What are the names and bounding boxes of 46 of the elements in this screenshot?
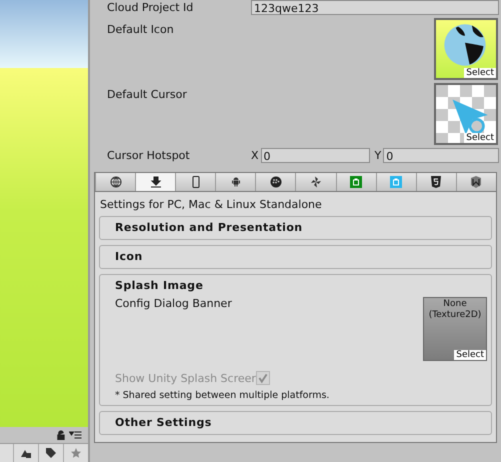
platform-tab[interactable] (175, 173, 216, 191)
toggle-label: Show Unity Splash Screer (115, 372, 256, 384)
pinwheel-icon (310, 176, 322, 188)
section-header[interactable]: Icon (100, 246, 158, 268)
cursor-thumbnail[interactable]: Select (434, 83, 498, 145)
x-field[interactable]: 0 (260, 148, 370, 163)
shield-icon (470, 176, 482, 188)
texture-text: (Texture2D) (428, 310, 482, 321)
android-icon (230, 176, 242, 188)
field-label: Config Dialog Banner (115, 297, 232, 312)
x-label: X (251, 149, 259, 162)
section-header[interactable]: Splash Image (100, 275, 218, 297)
select-button[interactable]: Select (454, 350, 486, 360)
select-button[interactable]: Select (464, 68, 496, 78)
field-label: Default Cursor (107, 88, 188, 103)
section-header[interactable]: Resolution and Presentation (100, 217, 318, 239)
download-icon (150, 176, 162, 188)
field-label: Cloud Project Id (107, 1, 194, 14)
field-label: Cursor Hotspot (107, 149, 191, 162)
phone-icon (190, 176, 202, 188)
store-icon (350, 176, 362, 188)
field-label: Default Icon (107, 23, 175, 38)
settings-title: Settings for PC, Mac & Linux Standalone (99, 197, 323, 213)
menu-icon[interactable] (69, 431, 82, 439)
platform-tab[interactable] (456, 173, 496, 191)
y-label: Y (374, 149, 382, 162)
globe-icon (110, 176, 122, 188)
section-header[interactable]: Other Settings (100, 412, 227, 434)
icon-thumbnail[interactable]: Select (434, 18, 498, 80)
platform-tab[interactable] (95, 173, 136, 191)
note-text: * Shared setting between multiple platforms. (114, 389, 330, 403)
platform-tab[interactable] (416, 173, 456, 191)
platform-tab[interactable] (215, 173, 256, 191)
platform-tab[interactable] (255, 173, 296, 191)
y-field[interactable]: 0 (383, 148, 499, 163)
texture-text: None (443, 299, 467, 310)
select-button[interactable]: Select (464, 133, 496, 143)
lock-icon[interactable] (56, 430, 65, 440)
blackberry-icon (270, 176, 282, 188)
platform-tab[interactable] (295, 173, 336, 191)
store-icon (390, 176, 402, 188)
ball-icon (442, 22, 488, 68)
platform-tab[interactable] (135, 173, 176, 191)
html5-icon (430, 176, 442, 188)
texture-slot[interactable]: None (Texture2D) Select (423, 297, 487, 361)
text-field[interactable]: 123qwe123 (251, 0, 499, 15)
